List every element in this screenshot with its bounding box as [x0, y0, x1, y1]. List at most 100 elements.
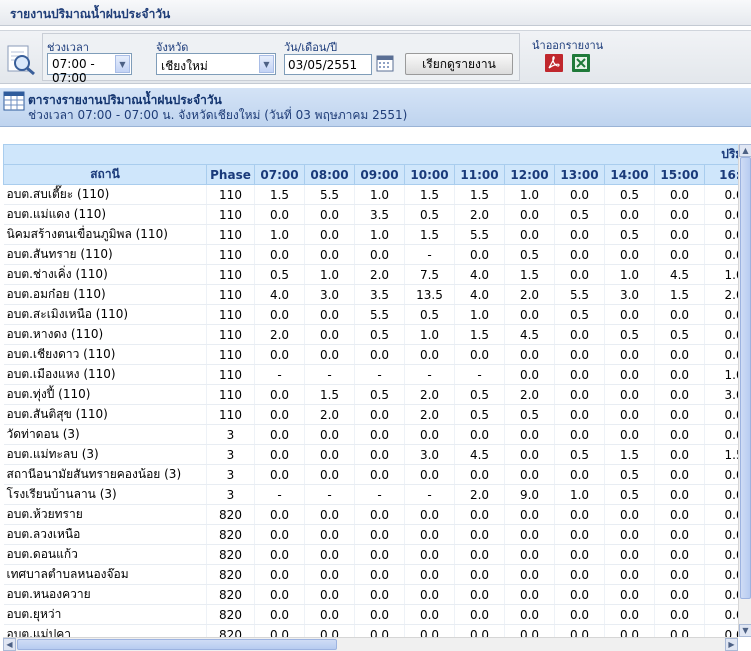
column-header-hour[interactable]: 13:00 [554, 164, 605, 185]
calendar-icon[interactable] [376, 54, 394, 72]
phase-cell: 3 [206, 444, 255, 465]
column-header-hour[interactable]: 07:00 [254, 164, 305, 185]
rainfall-cell: - [404, 244, 455, 265]
rainfall-cell: 0.0 [654, 584, 705, 605]
excel-icon[interactable] [571, 53, 591, 73]
rainfall-cell: 0.0 [304, 524, 355, 545]
province-select[interactable]: เชียงใหม่ ▼ [156, 53, 276, 75]
rainfall-cell: 1.0 [604, 264, 655, 285]
period-select[interactable]: 07:00 - 07:00 ▼ [47, 53, 132, 85]
rainfall-cell: 2.0 [454, 204, 505, 225]
column-header-hour[interactable]: 15:00 [654, 164, 705, 185]
rainfall-cell: 0.5 [354, 384, 405, 405]
rainfall-cell: 5.5 [304, 184, 355, 205]
horizontal-scrollbar[interactable]: ◀ ▶ [3, 637, 738, 651]
rainfall-cell: 0.5 [454, 404, 505, 425]
rainfall-cell: 0.0 [254, 524, 305, 545]
table-row: อบต.สบเตี๊ยะ (110) 110 1.5 5.5 1.0 1.5 1.5 1.0 0… [3, 184, 738, 205]
scroll-down-icon[interactable]: ▼ [739, 624, 751, 637]
rainfall-cell: 0.0 [254, 464, 305, 485]
rainfall-cell: 0.0 [304, 624, 355, 637]
rainfall-cell: 0.0 [704, 244, 738, 265]
rainfall-cell: 1.5 [704, 444, 738, 465]
rainfall-cell: 1.5 [404, 224, 455, 245]
station-name: อบต.ลวงเหนือ [3, 524, 207, 545]
rainfall-cell: 0.0 [504, 444, 555, 465]
rainfall-cell: 0.0 [404, 504, 455, 525]
station-name: อบต.แม่แดง (110) [3, 204, 207, 225]
vertical-scrollbar[interactable]: ▲ ▼ [738, 144, 751, 637]
phase-cell: 110 [206, 244, 255, 265]
column-header-hour[interactable]: 12:00 [504, 164, 555, 185]
vertical-scroll-thumb[interactable] [740, 157, 751, 599]
station-name: อบต.สันทราย (110) [3, 244, 207, 265]
rainfall-cell: 4.0 [254, 284, 305, 305]
rainfall-cell: 1.5 [304, 384, 355, 405]
table-row: สถานีอนามัยสันทรายคองน้อย (3) 3 0.0 0.0 0.0 0… [3, 464, 738, 485]
rainfall-cell: 0.0 [304, 304, 355, 325]
column-header-hour[interactable]: 11:00 [454, 164, 505, 185]
view-report-button[interactable]: เรียกดูรายงาน [405, 53, 513, 75]
table-row: อบต.หางดง (110) 110 2.0 0.0 0.5 1.0 1.5 4.5 0.0 0… [3, 324, 738, 345]
rainfall-cell: 1.0 [404, 324, 455, 345]
rainfall-cell: 0.0 [254, 304, 305, 325]
rainfall-cell: 0.0 [654, 364, 705, 385]
rainfall-cell: 2.0 [404, 404, 455, 425]
rainfall-cell: 5.5 [354, 304, 405, 325]
rainfall-cell: 0.0 [704, 324, 738, 345]
rainfall-cell: 0.0 [704, 344, 738, 365]
rainfall-cell: 0.5 [404, 304, 455, 325]
chevron-down-icon[interactable]: ▼ [115, 55, 130, 73]
rainfall-cell: 0.0 [454, 464, 505, 485]
column-header-station[interactable]: สถานี [3, 164, 207, 185]
column-header-hour[interactable]: 08:00 [304, 164, 355, 185]
rainfall-cell: - [404, 484, 455, 505]
station-name: อบต.ทุ่งปี้ (110) [3, 384, 207, 405]
station-name: อบต.ห้วยทราย [3, 504, 207, 525]
date-input[interactable]: 03/05/2551 [284, 54, 372, 75]
rainfall-cell: 0.0 [304, 564, 355, 585]
chevron-down-icon[interactable]: ▼ [259, 55, 274, 73]
column-header-phase[interactable]: Phase [206, 164, 255, 185]
period-value: 07:00 - 07:00 [52, 57, 95, 85]
phase-cell: 110 [206, 404, 255, 425]
rainfall-cell: 0.5 [604, 184, 655, 205]
rainfall-cell: 0.0 [304, 244, 355, 265]
rainfall-cell: 0.0 [504, 464, 555, 485]
column-header-hour[interactable]: 16:0 [703, 164, 738, 185]
rainfall-cell: 0.0 [654, 524, 705, 545]
rainfall-cell: 0.0 [454, 584, 505, 605]
station-name: อบต.ยุหว่า [3, 604, 207, 625]
table-row: อบต.อมก๋อย (110) 110 4.0 3.0 3.5 13.5 4.0 2.0 5.… [3, 284, 738, 305]
rainfall-cell: 1.0 [504, 184, 555, 205]
phase-cell: 3 [206, 424, 255, 445]
scroll-right-icon[interactable]: ▶ [725, 638, 738, 651]
table-row: เทศบาลตำบลหนองจ๊อม 820 0.0 0.0 0.0 0.0 0.0 0.0 0… [3, 564, 738, 585]
table-row: อบต.ห้วยทราย 820 0.0 0.0 0.0 0.0 0.0 0.0 0.0 0.0 0… [3, 504, 738, 525]
rainfall-cell: 0.0 [254, 344, 305, 365]
table-row: อบต.สันทราย (110) 110 0.0 0.0 0.0-0.0 0.5 0.0 0… [3, 244, 738, 265]
rainfall-cell: 0.0 [404, 524, 455, 545]
phase-cell: 820 [206, 584, 255, 605]
rainfall-cell: 0.0 [404, 604, 455, 625]
rainfall-cell: - [254, 364, 305, 385]
rainfall-cell: 0.0 [354, 524, 405, 545]
column-header-hour[interactable]: 14:00 [604, 164, 655, 185]
scroll-left-icon[interactable]: ◀ [3, 638, 16, 651]
scroll-up-icon[interactable]: ▲ [739, 144, 751, 157]
province-value: เชียงใหม่ [161, 59, 208, 73]
pdf-icon[interactable] [544, 53, 564, 73]
rainfall-cell: 0.0 [454, 564, 505, 585]
column-header-hour[interactable]: 10:00 [404, 164, 455, 185]
column-header-hour[interactable]: 09:00 [354, 164, 405, 185]
table-row: นิคมสร้างตนเขื่อนภูมิพล (110) 110 1.0 0.0 1.… [3, 224, 738, 245]
rainfall-cell: 0.0 [404, 424, 455, 445]
rainfall-cell: 0.0 [604, 564, 655, 585]
rainfall-cell: 0.0 [354, 504, 405, 525]
station-name: อบต.หางดง (110) [3, 324, 207, 345]
table-row: อบต.แม่ปูคา 820 0.0 0.0 0.0 0.0 0.0 0.0 0.0 0.0 0.… [3, 624, 738, 637]
rainfall-cell: 1.5 [604, 444, 655, 465]
horizontal-scroll-thumb[interactable] [17, 639, 337, 650]
rainfall-cell: 0.0 [504, 544, 555, 565]
rainfall-cell: 0.0 [554, 264, 605, 285]
